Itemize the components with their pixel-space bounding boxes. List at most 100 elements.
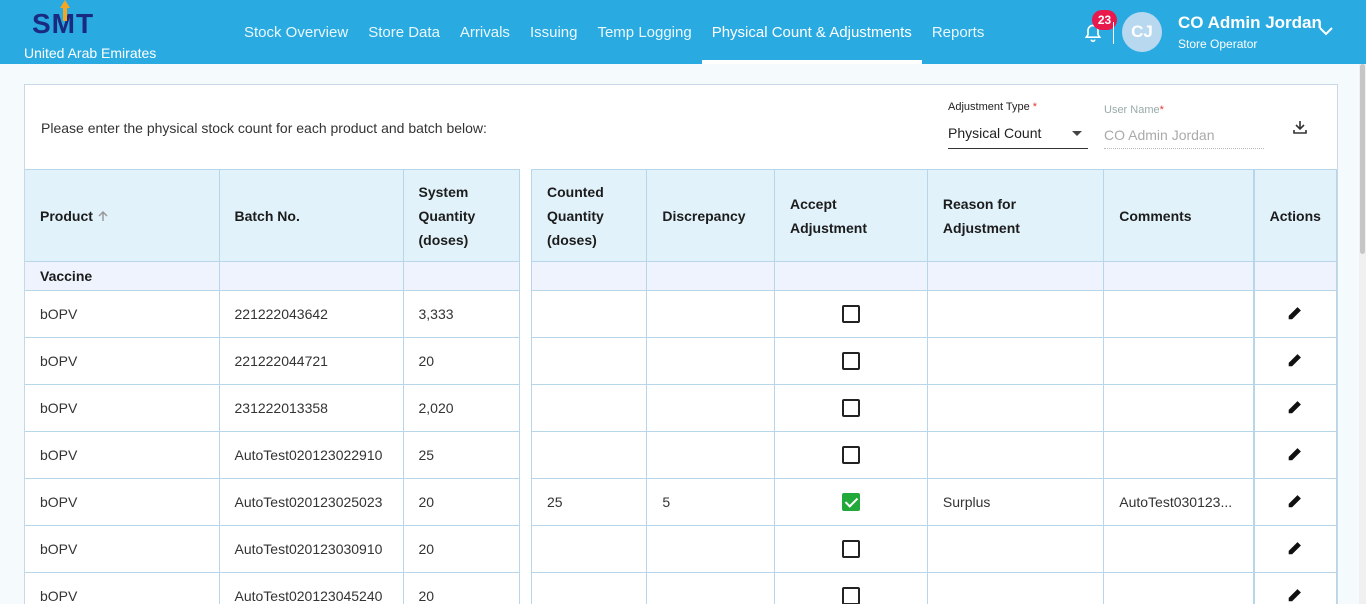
- table-row: bOPV AutoTest020123022910 25: [25, 431, 520, 479]
- country-label: United Arab Emirates: [24, 45, 157, 61]
- download-icon[interactable]: [1292, 119, 1308, 135]
- nav-item-store-data[interactable]: Store Data: [358, 0, 450, 64]
- accept-cell: [774, 478, 928, 526]
- adjustment-type-label: Adjustment Type *: [948, 101, 1038, 113]
- group-cell: [927, 261, 1105, 291]
- edit-pencil-icon[interactable]: [1287, 540, 1303, 556]
- counted-quantity-cell[interactable]: [531, 384, 648, 432]
- system-quantity-cell: 20: [403, 478, 520, 526]
- comments-cell: [1103, 525, 1255, 573]
- sort-ascending-icon[interactable]: [97, 210, 109, 222]
- group-label: Vaccine: [25, 261, 220, 291]
- nav-item-issuing[interactable]: Issuing: [520, 0, 588, 64]
- page-scrollbar[interactable]: [1359, 64, 1366, 604]
- table-row: [531, 384, 1337, 432]
- table-row: [531, 525, 1337, 573]
- header-actions: Actions: [1252, 169, 1337, 262]
- group-cell: [646, 261, 775, 291]
- table-row: bOPV 221222044721 20: [25, 337, 520, 385]
- instructions-text: Please enter the physical stock count fo…: [41, 120, 487, 136]
- edit-pencil-icon[interactable]: [1287, 446, 1303, 462]
- system-quantity-cell: 20: [403, 525, 520, 573]
- table-row: bOPV 221222043642 3,333: [25, 290, 520, 338]
- header-accept-adjustment: Accept Adjustment: [774, 169, 928, 262]
- table-row: 25 5 Surplus AutoTest030123...: [531, 478, 1337, 526]
- table-row: [531, 290, 1337, 338]
- group-row: Vaccine: [25, 261, 520, 291]
- comments-cell: [1103, 337, 1255, 385]
- table-row: [531, 337, 1337, 385]
- discrepancy-cell: [646, 431, 775, 479]
- nav-item-arrivals[interactable]: Arrivals: [450, 0, 520, 64]
- actions-cell: [1252, 572, 1337, 604]
- system-quantity-cell: 3,333: [403, 290, 520, 338]
- counted-quantity-cell[interactable]: [531, 525, 648, 573]
- avatar[interactable]: CJ: [1122, 12, 1162, 52]
- smt-logo[interactable]: SMT: [32, 0, 94, 40]
- accept-adjustment-checkbox[interactable]: [841, 399, 860, 418]
- accept-adjustment-checkbox[interactable]: [841, 305, 860, 324]
- batch-cell: 231222013358: [219, 384, 404, 432]
- accept-adjustment-checkbox[interactable]: [841, 352, 860, 371]
- user-role: Store Operator: [1178, 37, 1258, 51]
- counted-quantity-cell[interactable]: [531, 572, 648, 604]
- physical-count-card: Please enter the physical stock count fo…: [24, 84, 1338, 604]
- scrollbar-thumb[interactable]: [1360, 64, 1365, 254]
- edit-pencil-icon[interactable]: [1287, 305, 1303, 321]
- accept-adjustment-checkbox[interactable]: [841, 587, 860, 604]
- edit-pencil-icon[interactable]: [1287, 352, 1303, 368]
- edit-pencil-icon[interactable]: [1287, 493, 1303, 509]
- nav-item-temp-logging[interactable]: Temp Logging: [587, 0, 701, 64]
- main-nav: Stock Overview Store Data Arrivals Issuing T…: [234, 0, 994, 64]
- header-batch: Batch No.: [219, 169, 404, 262]
- accept-adjustment-checkbox[interactable]: [841, 493, 860, 512]
- top-bar: SMT United Arab Emirates Stock Overview S…: [0, 0, 1366, 64]
- system-quantity-cell: 2,020: [403, 384, 520, 432]
- product-cell: bOPV: [25, 525, 220, 573]
- header-comments: Comments: [1103, 169, 1255, 262]
- counted-quantity-cell[interactable]: [531, 290, 648, 338]
- table-row: bOPV AutoTest020123025023 20: [25, 478, 520, 526]
- batch-cell: 221222043642: [219, 290, 404, 338]
- header-reason: Reason for Adjustment: [927, 169, 1105, 262]
- group-cell: [1252, 261, 1337, 291]
- product-table: Product Batch No. System Quantity (doses) …: [25, 169, 520, 604]
- actions-cell: [1252, 384, 1337, 432]
- discrepancy-cell: [646, 290, 775, 338]
- reason-cell: [927, 525, 1105, 573]
- product-cell: bOPV: [25, 337, 220, 385]
- accept-cell: [774, 572, 928, 604]
- reason-cell: [927, 290, 1105, 338]
- reason-cell: [927, 384, 1105, 432]
- chevron-down-icon[interactable]: [1318, 24, 1334, 38]
- batch-cell: AutoTest020123030910: [219, 525, 404, 573]
- header-product[interactable]: Product: [25, 169, 220, 262]
- group-row: [531, 261, 1337, 291]
- table-row: bOPV AutoTest020123045240 20: [25, 572, 520, 604]
- reason-cell: [927, 572, 1105, 604]
- batch-cell: AutoTest020123045240: [219, 572, 404, 604]
- batch-cell: 221222044721: [219, 337, 404, 385]
- nav-item-stock-overview[interactable]: Stock Overview: [234, 0, 358, 64]
- nav-item-reports[interactable]: Reports: [922, 0, 995, 64]
- header-discrepancy: Discrepancy: [646, 169, 775, 262]
- counted-quantity-cell[interactable]: 25: [531, 478, 648, 526]
- divider: [1113, 22, 1114, 44]
- accept-cell: [774, 290, 928, 338]
- group-cell: [774, 261, 928, 291]
- discrepancy-cell: [646, 572, 775, 604]
- edit-pencil-icon[interactable]: [1287, 399, 1303, 415]
- comments-cell: [1103, 431, 1255, 479]
- discrepancy-cell: 5: [646, 478, 775, 526]
- actions-cell: [1252, 290, 1337, 338]
- adjustment-type-select[interactable]: Physical Count: [948, 117, 1088, 149]
- user-name-field: CO Admin Jordan: [1104, 121, 1264, 149]
- edit-pencil-icon[interactable]: [1287, 587, 1303, 603]
- accept-adjustment-checkbox[interactable]: [841, 446, 860, 465]
- product-cell: bOPV: [25, 572, 220, 604]
- counted-quantity-cell[interactable]: [531, 431, 648, 479]
- nav-item-physical-count-adjustments[interactable]: Physical Count & Adjustments: [701, 0, 922, 64]
- header-counted-quantity: Counted Quantity (doses): [531, 169, 648, 262]
- counted-quantity-cell[interactable]: [531, 337, 648, 385]
- accept-adjustment-checkbox[interactable]: [841, 540, 860, 559]
